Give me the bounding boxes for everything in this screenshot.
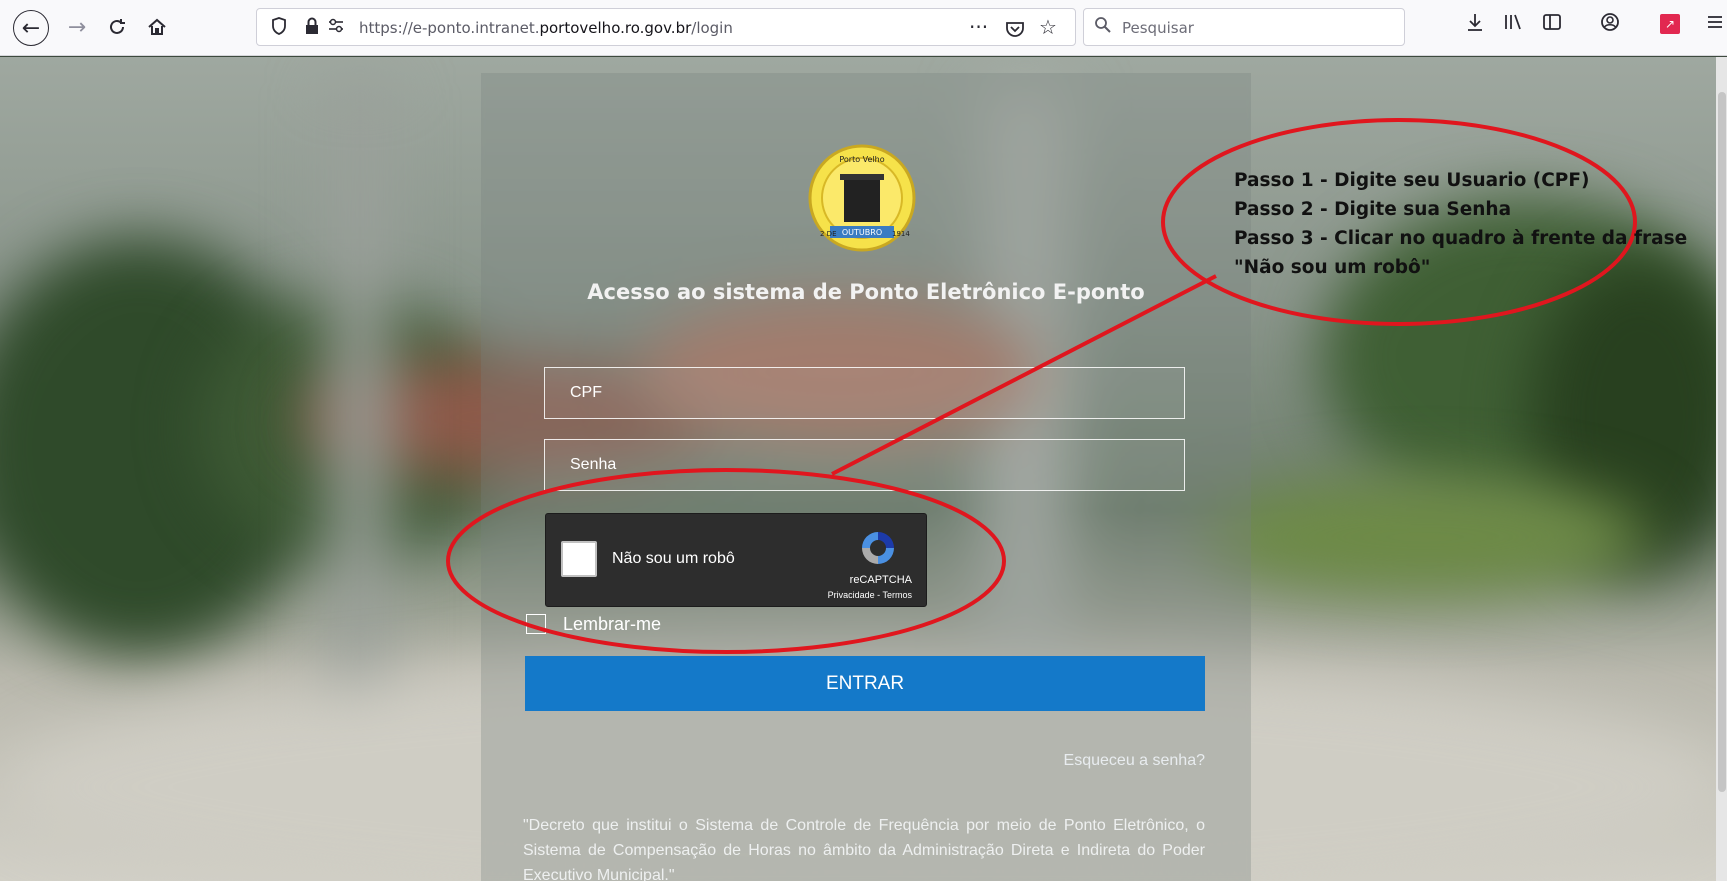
logo-left-text: 2 DE bbox=[820, 230, 837, 238]
search-bar[interactable]: Pesquisar bbox=[1083, 8, 1405, 46]
decree-text: "Decreto que institui o Sistema de Contr… bbox=[523, 817, 1205, 881]
step-3: Passo 3 - Clicar no quadro à frente da f… bbox=[1234, 228, 1688, 249]
forward-icon[interactable]: → bbox=[60, 10, 94, 44]
remember-label[interactable]: Lembrar-me bbox=[563, 614, 661, 635]
cpf-placeholder: CPF bbox=[570, 384, 602, 401]
recaptcha-brand: reCAPTCHA bbox=[849, 574, 912, 586]
reload-icon[interactable] bbox=[100, 10, 134, 44]
step-3-phrase: "Não sou um robô" bbox=[1234, 257, 1431, 278]
recaptcha-widget: Não sou um robô reCAPTCHA Privacidade - … bbox=[545, 513, 927, 607]
forgot-password-link[interactable]: Esqueceu a senha? bbox=[1000, 752, 1205, 770]
logo-right-text: 1914 bbox=[892, 230, 910, 238]
recaptcha-links[interactable]: Privacidade - Termos bbox=[828, 590, 912, 600]
steps-annotation: Passo 1 - Digite seu Usuario (CPF) Passo… bbox=[1234, 166, 1687, 282]
logo-ribbon-text: OUTUBRO bbox=[842, 228, 882, 237]
recaptcha-checkbox[interactable] bbox=[561, 541, 597, 577]
url-prefix: https://e-ponto.intranet. bbox=[359, 19, 540, 37]
recaptcha-logo-icon bbox=[862, 532, 894, 564]
browser-toolbar: ← → https://e-ponto.intranet.portovelho.… bbox=[0, 0, 1727, 56]
step-1: Passo 1 - Digite seu Usuario (CPF) bbox=[1234, 170, 1590, 191]
remember-checkbox[interactable] bbox=[526, 614, 546, 634]
account-icon[interactable] bbox=[1600, 12, 1620, 37]
library-icon[interactable] bbox=[1503, 12, 1525, 37]
shield-icon[interactable] bbox=[271, 17, 287, 40]
sidebar-icon[interactable] bbox=[1542, 12, 1562, 37]
password-input[interactable]: Senha bbox=[544, 439, 1185, 491]
page-title: Acesso ao sistema de Ponto Eletrônico E-… bbox=[587, 280, 1145, 304]
porto-velho-logo: OUTUBRO 2 DE 1914 Porto Velho bbox=[808, 144, 916, 252]
recaptcha-label: Não sou um robô bbox=[612, 550, 735, 567]
password-placeholder: Senha bbox=[570, 456, 617, 473]
lock-icon[interactable] bbox=[305, 17, 319, 40]
pocket-icon[interactable] bbox=[1005, 15, 1025, 44]
bookmark-star-icon[interactable]: ☆ bbox=[1039, 15, 1057, 39]
url-bar[interactable]: https://e-ponto.intranet.portovelho.ro.g… bbox=[256, 8, 1076, 46]
home-icon[interactable] bbox=[140, 10, 174, 44]
url-domain: portovelho.ro.gov.br bbox=[539, 19, 692, 37]
permissions-icon[interactable] bbox=[327, 17, 345, 40]
url-text[interactable]: https://e-ponto.intranet.portovelho.ro.g… bbox=[359, 19, 733, 37]
addon-icon[interactable]: ↗ bbox=[1660, 14, 1680, 34]
search-icon bbox=[1094, 16, 1112, 39]
logo-top-text: Porto Velho bbox=[839, 155, 884, 164]
login-button[interactable]: ENTRAR bbox=[525, 656, 1205, 711]
url-path: /login bbox=[691, 19, 733, 37]
scrollbar-thumb[interactable] bbox=[1718, 92, 1726, 792]
back-icon[interactable]: ← bbox=[13, 10, 49, 46]
more-icon[interactable]: ··· bbox=[969, 15, 988, 39]
cpf-input[interactable]: CPF bbox=[544, 367, 1185, 419]
menu-icon[interactable] bbox=[1706, 12, 1724, 36]
search-placeholder: Pesquisar bbox=[1122, 19, 1194, 37]
download-icon[interactable] bbox=[1465, 12, 1485, 37]
step-2: Passo 2 - Digite sua Senha bbox=[1234, 199, 1512, 220]
